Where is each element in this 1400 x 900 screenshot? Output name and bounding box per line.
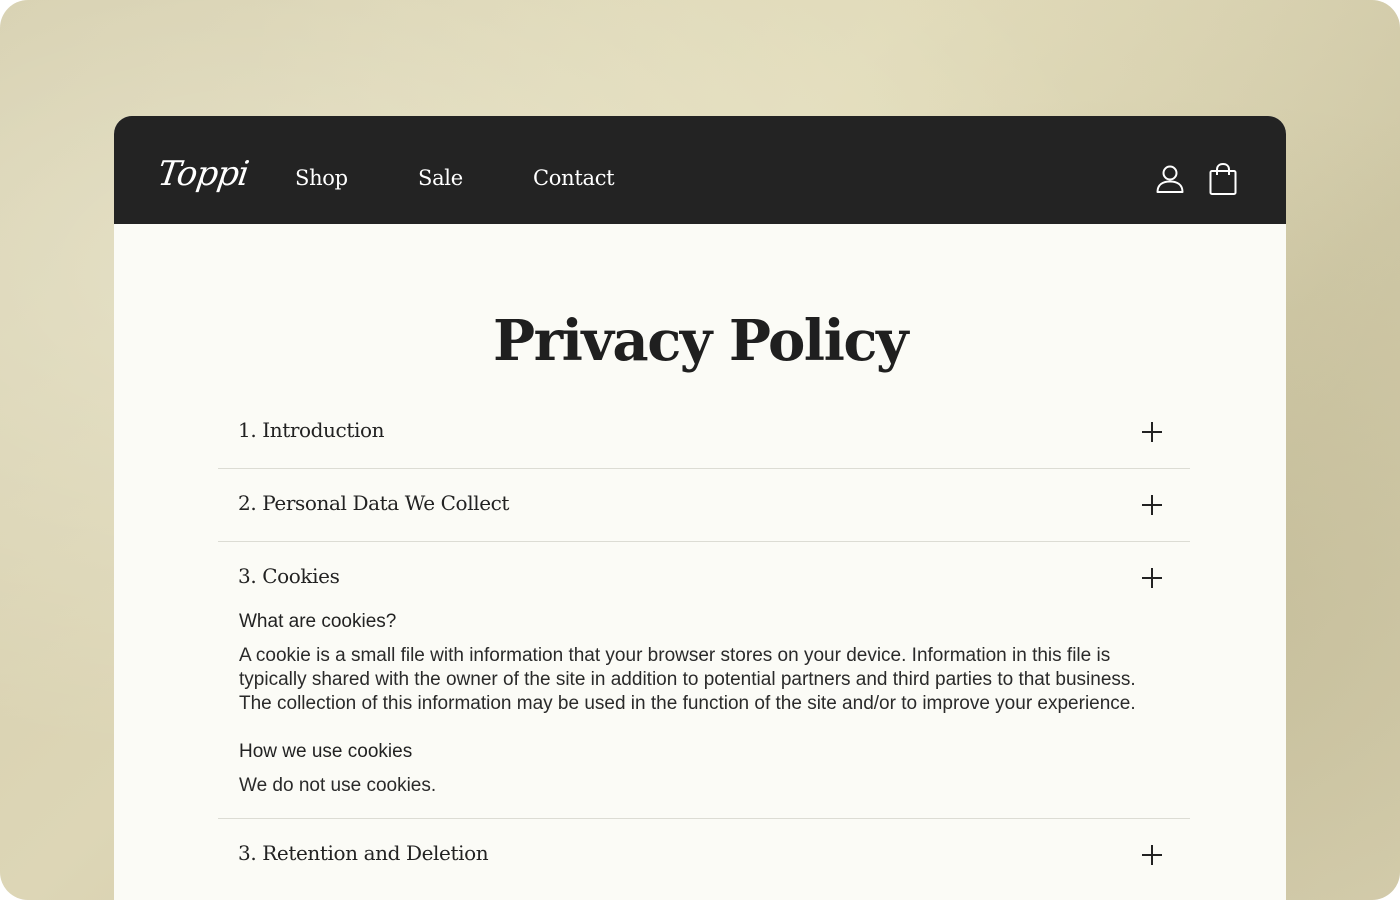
accordion-title: 3. Cookies [238, 564, 340, 588]
accordion-body-cookies: What are cookies? A cookie is a small fi… [218, 610, 1190, 818]
policy-accordion: 1. Introduction 2. Personal Data We Coll… [218, 396, 1190, 891]
section-text-what-are-cookies: A cookie is a small file with informatio… [239, 645, 1136, 714]
browser-window: Toppi Shop Sale Contact Privacy Policy 1… [114, 116, 1286, 900]
plus-icon[interactable] [1140, 493, 1164, 517]
accordion-title: 1. Introduction [238, 418, 385, 442]
brand-logo[interactable]: Toppi [155, 154, 251, 194]
user-icon[interactable] [1154, 162, 1186, 196]
shopping-bag-icon[interactable] [1207, 162, 1239, 196]
accordion-header-introduction[interactable]: 1. Introduction [218, 396, 1190, 468]
nav-link-contact[interactable]: Contact [533, 166, 615, 190]
accordion-title: 3. Retention and Deletion [238, 841, 489, 865]
page-title: Privacy Policy [493, 308, 908, 374]
accordion-title: 2. Personal Data We Collect [238, 491, 510, 515]
top-navbar: Toppi Shop Sale Contact [114, 116, 1286, 224]
accordion-header-personal-data[interactable]: 2. Personal Data We Collect [218, 469, 1190, 541]
accordion-item-personal-data: 2. Personal Data We Collect [218, 469, 1190, 542]
plus-icon[interactable] [1140, 566, 1164, 590]
backdrop: Toppi Shop Sale Contact Privacy Policy 1… [0, 0, 1400, 900]
accordion-header-retention[interactable]: 3. Retention and Deletion [218, 819, 1190, 891]
accordion-item-retention: 3. Retention and Deletion [218, 819, 1190, 891]
section-text-how-we-use-cookies: We do not use cookies. [239, 775, 437, 796]
section-heading-how-we-use-cookies: How we use cookies [239, 741, 413, 762]
accordion-item-introduction: 1. Introduction [218, 396, 1190, 469]
nav-link-sale[interactable]: Sale [418, 166, 463, 190]
nav-link-shop[interactable]: Shop [295, 166, 348, 190]
plus-icon[interactable] [1140, 420, 1164, 444]
accordion-header-cookies[interactable]: 3. Cookies [218, 542, 1190, 614]
plus-icon[interactable] [1140, 843, 1164, 867]
accordion-item-cookies: 3. Cookies What are cookies? A cookie is… [218, 542, 1190, 819]
